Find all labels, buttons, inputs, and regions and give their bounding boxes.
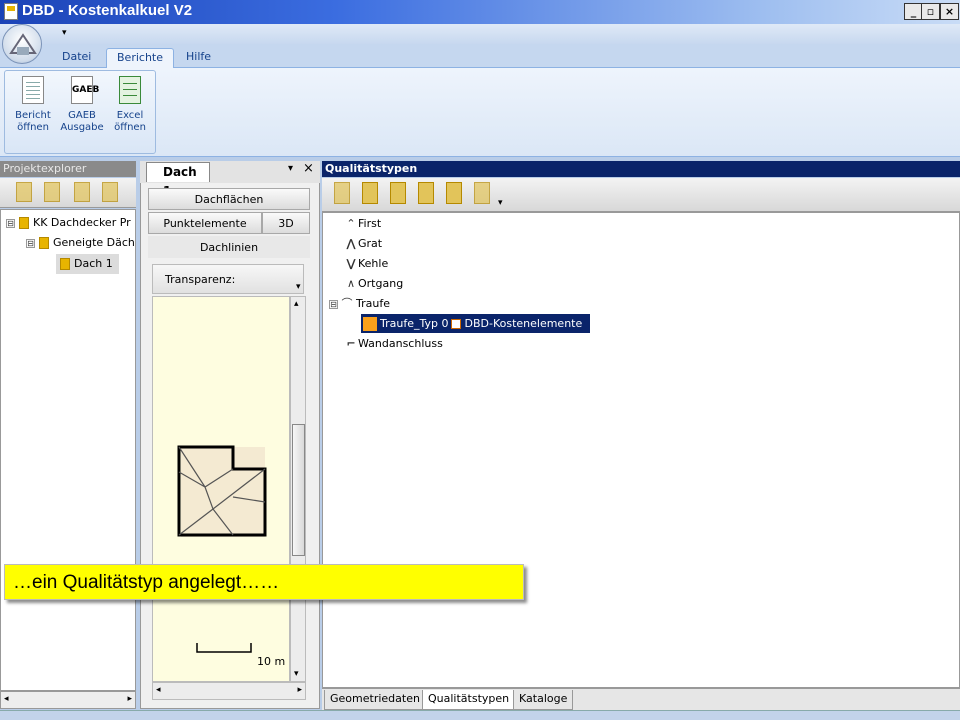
scroll-right-icon[interactable]: ▸ [127, 694, 132, 704]
roof-drawing-canvas[interactable]: 10 m [152, 296, 290, 682]
qualitaetstyp-label: Grat [358, 237, 383, 250]
kehle-line-icon: ⋁ [346, 257, 356, 270]
folder-icon [39, 237, 49, 249]
projektexplorer-tree [0, 209, 136, 691]
tree-node-label: Geneigte Däch [53, 236, 135, 249]
selected-traufe-typ-row[interactable]: Traufe_Typ 0 DBD-Kostenelemente [361, 314, 590, 333]
pane-close-icon[interactable]: × [303, 161, 314, 176]
projektexplorer-title: Projektexplorer [0, 161, 136, 177]
scroll-left-icon[interactable]: ◂ [4, 694, 9, 704]
new-type-icon[interactable] [334, 182, 350, 204]
delete-type-icon[interactable] [362, 182, 378, 204]
application-menu-orb[interactable] [2, 24, 42, 64]
qualitaetstyp-grat[interactable]: ⋀ Grat [344, 234, 382, 254]
tree-node-project[interactable]: ⊟ KK Dachdecker Pr [6, 213, 131, 233]
ortgang-line-icon: ∧ [346, 277, 356, 290]
gaeb-ausgabe-label: GAEB Ausgabe [60, 110, 104, 133]
scroll-left-icon[interactable]: ◂ [156, 685, 161, 695]
excel-oeffnen-button[interactable]: Excel öffnen [108, 74, 152, 144]
status-bar [0, 710, 960, 720]
qualitaetstyp-label: Ortgang [358, 277, 404, 290]
kosten-label: DBD-Kostenelemente [464, 317, 583, 330]
roof-icon [9, 33, 37, 55]
close-button[interactable]: × [940, 3, 959, 20]
rename-type-icon[interactable] [418, 182, 434, 204]
punktelemente-button[interactable]: Punktelemente [148, 212, 262, 234]
qualitaetstypen-title: Qualitätstypen [322, 161, 960, 177]
tree-node-label: Dach 1 [74, 257, 113, 270]
edit-item-icon[interactable] [44, 182, 60, 202]
scroll-down-icon[interactable]: ▾ [294, 669, 299, 679]
scale-label: 10 m [257, 655, 286, 668]
grat-line-icon: ⋀ [346, 237, 356, 250]
qualitaetstyp-first[interactable]: ⌃ First [344, 214, 381, 234]
new-item-icon[interactable] [16, 182, 32, 202]
gaeb-ausgabe-button[interactable]: GAEB GAEB Ausgabe [60, 74, 104, 144]
tab-berichte[interactable]: Berichte [106, 48, 174, 68]
qualitaetstyp-wandanschluss[interactable]: ⌐ Wandanschluss [344, 334, 443, 354]
tab-datei[interactable]: Datei [52, 48, 101, 68]
dachlinien-button[interactable]: Dachlinien [148, 236, 310, 258]
dachflaechen-button[interactable]: Dachflächen [148, 188, 310, 210]
tutorial-callout: …ein Qualitätstyp angelegt…… [4, 564, 524, 600]
collapse-icon[interactable]: ⊟ [329, 299, 338, 309]
settings-type-icon[interactable] [446, 182, 462, 204]
qualitaetstyp-ortgang[interactable]: ∧ Ortgang [344, 274, 403, 294]
excel-icon [117, 76, 143, 106]
typ-label: Traufe_Typ 0 [380, 317, 449, 330]
qat-customize-icon[interactable]: ▾ [62, 28, 67, 38]
tab-qualitaetstypen[interactable]: Qualitätstypen [422, 690, 516, 710]
delete-item-icon[interactable] [102, 182, 118, 202]
tab-dach-1[interactable]: Dach 1 [146, 162, 210, 198]
app-icon [4, 3, 18, 20]
tab-hilfe[interactable]: Hilfe [176, 48, 221, 68]
tab-kataloge[interactable]: Kataloge [513, 690, 574, 710]
database-icon [451, 319, 462, 329]
qualitaetstyp-label: Kehle [358, 257, 389, 270]
3d-button[interactable]: 3D [262, 212, 310, 234]
excel-oeffnen-label: Excel öffnen [114, 110, 146, 133]
scrollbar-thumb[interactable] [292, 424, 305, 556]
bericht-oeffnen-label: Bericht öffnen [15, 110, 51, 133]
edit-type-icon[interactable] [390, 182, 406, 204]
title-bar: DBD - Kostenkalkuel V2 _ ▫ × [0, 0, 960, 24]
wandanschluss-line-icon: ⌐ [346, 337, 356, 350]
qualitaetstyp-label: Wandanschluss [358, 337, 443, 350]
tree-node-dach-1[interactable]: Dach 1 [56, 254, 119, 274]
qualitaetstypen-tree [322, 212, 960, 688]
qualitaetstyp-label: Traufe [356, 297, 390, 310]
folder-icon [60, 258, 70, 270]
quick-access-toolbar [0, 24, 960, 44]
canvas-hscrollbar[interactable]: ◂ ▸ [152, 682, 306, 700]
folder-icon [19, 217, 29, 229]
color-swatch [363, 317, 377, 331]
transparenz-bar[interactable]: Transparenz: [152, 264, 304, 294]
gaeb-icon: GAEB [69, 76, 99, 106]
copy-item-icon[interactable] [74, 182, 90, 202]
bericht-oeffnen-button[interactable]: Bericht öffnen [11, 74, 55, 144]
toolbar-overflow-icon[interactable]: ▾ [498, 198, 503, 208]
qualitaetstyp-traufe[interactable]: ⊟ ⌒ Traufe [329, 294, 390, 314]
collapse-icon[interactable]: ⊟ [26, 238, 35, 248]
report-icon [20, 76, 46, 106]
qualitaetstyp-label: First [358, 217, 382, 230]
projektexplorer-hscrollbar[interactable]: ◂ ▸ [0, 691, 136, 709]
scroll-up-icon[interactable]: ▴ [294, 299, 299, 309]
traufe-line-icon: ⌒ [341, 297, 353, 310]
scroll-right-icon[interactable]: ▸ [297, 685, 302, 695]
copy-type-icon[interactable] [474, 182, 490, 204]
pane-menu-icon[interactable]: ▾ [288, 163, 293, 174]
tab-geometriedaten[interactable]: Geometriedaten [324, 690, 426, 710]
qualitaetstyp-kehle[interactable]: ⋁ Kehle [344, 254, 388, 274]
first-line-icon: ⌃ [346, 217, 356, 230]
roof-plan-drawing [177, 445, 267, 653]
collapse-icon[interactable]: ⊟ [6, 218, 15, 228]
window-title: DBD - Kostenkalkuel V2 [22, 2, 193, 19]
tree-node-label: KK Dachdecker Pr [33, 216, 131, 229]
transparenz-label: Transparenz: [165, 273, 236, 286]
maximize-button[interactable]: ▫ [921, 3, 940, 20]
toolbar-overflow-icon[interactable]: ▾ [296, 282, 301, 292]
tree-node-geneigte-daecher[interactable]: ⊟ Geneigte Däch [26, 233, 135, 253]
